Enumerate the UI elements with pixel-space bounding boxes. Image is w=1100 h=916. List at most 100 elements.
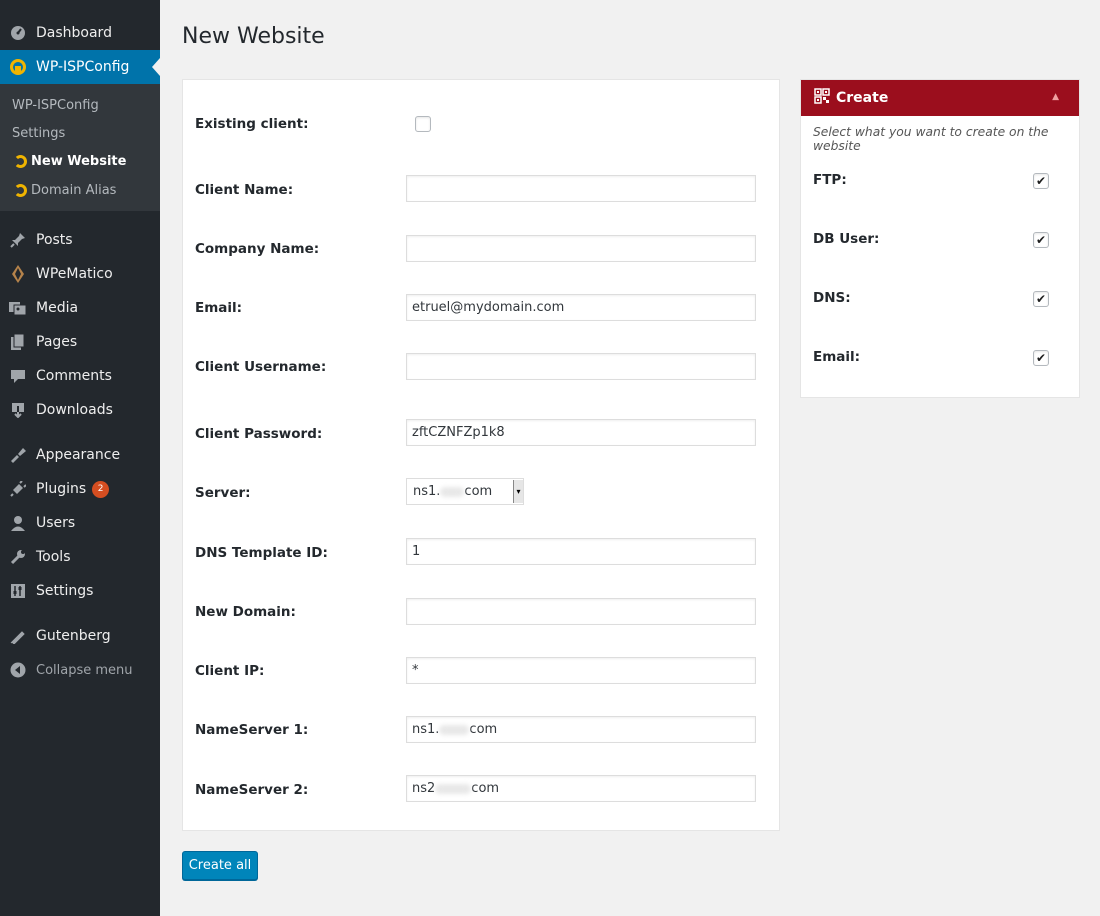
plugins-icon	[0, 481, 36, 497]
server-select[interactable]: ns1. com ▾	[406, 478, 524, 505]
submenu-label: Domain Alias	[31, 182, 117, 198]
menu-label-pages: Pages	[36, 334, 78, 350]
client-password-label: Client Password:	[195, 426, 323, 442]
menu-label-dashboard: Dashboard	[36, 25, 112, 41]
checkmark-icon: ✔	[1035, 351, 1047, 365]
existing-client-label: Existing client:	[195, 116, 309, 132]
users-icon	[0, 515, 36, 531]
submenu-item-domain-alias[interactable]: Domain Alias	[12, 178, 116, 202]
ispconfig-submenu: WP-ISPConfig Settings New Website Domain…	[0, 84, 160, 211]
company-name-label: Company Name:	[195, 241, 320, 257]
checkmark-icon: ✔	[1035, 233, 1047, 247]
client-ip-input[interactable]	[406, 657, 756, 684]
create-option-ftp-label: FTP:	[813, 172, 847, 188]
create-box-header[interactable]: Create ▲	[801, 80, 1079, 116]
nameserver1-input[interactable]: ns1. com	[406, 716, 756, 743]
collapse-toggle-icon[interactable]: ▲	[1052, 92, 1059, 102]
menu-label-posts: Posts	[36, 232, 73, 248]
menu-label-collapse: Collapse menu	[36, 662, 133, 678]
checkmark-icon: ✔	[1035, 292, 1047, 306]
menu-item-wp-ispconfig[interactable]: WP-ISPConfig	[0, 50, 160, 84]
create-option-ftp-checkbox[interactable]: ✔	[1033, 173, 1049, 189]
menu-label-wp-ispconfig: WP-ISPConfig	[36, 59, 130, 75]
client-password-input[interactable]	[406, 419, 756, 446]
checkmark-icon: ✔	[1035, 174, 1047, 188]
submenu-item-wp-ispconfig[interactable]: WP-ISPConfig	[12, 93, 99, 117]
server-label: Server:	[195, 485, 251, 501]
create-option-db-user-label: DB User:	[813, 231, 880, 247]
menu-item-pages[interactable]: Pages	[0, 325, 160, 359]
ispconfig-icon	[0, 58, 36, 76]
client-username-label: Client Username:	[195, 359, 327, 375]
create-options-box: Create ▲ Select what you want to create …	[800, 79, 1080, 398]
nameserver1-label: NameServer 1:	[195, 722, 309, 738]
menu-item-wpematico[interactable]: WPeMatico	[0, 257, 160, 291]
qrcode-icon	[814, 88, 830, 108]
submenu-label: New Website	[31, 153, 127, 169]
server-select-value-prefix: ns1.	[413, 484, 441, 499]
plugins-update-badge: 2	[92, 480, 110, 498]
comments-icon	[0, 368, 36, 384]
redacted-blur	[440, 486, 465, 497]
pin-icon	[0, 232, 36, 248]
chevron-down-icon: ▾	[513, 480, 523, 503]
redacted-blur	[439, 724, 470, 735]
existing-client-checkbox[interactable]	[415, 116, 431, 132]
wpematico-icon	[0, 265, 36, 283]
menu-label-tools: Tools	[36, 549, 71, 565]
tools-icon	[0, 549, 36, 565]
menu-item-dashboard[interactable]: Dashboard	[0, 16, 160, 50]
collapse-menu-button[interactable]: Collapse menu	[0, 653, 160, 687]
admin-sidebar: Dashboard WP-ISPConfig WP-ISPConfig Sett…	[0, 0, 160, 916]
create-all-button[interactable]: Create all	[182, 851, 258, 880]
create-option-email-label: Email:	[813, 349, 861, 365]
collapse-icon	[0, 662, 36, 678]
create-option-dns-label: DNS:	[813, 290, 851, 306]
menu-label-plugins: Plugins	[36, 481, 87, 497]
email-input[interactable]	[406, 294, 756, 321]
client-name-label: Client Name:	[195, 182, 294, 198]
submenu-item-new-website[interactable]: New Website	[12, 149, 126, 173]
nameserver1-prefix: ns1.	[412, 722, 440, 737]
create-option-dns-checkbox[interactable]: ✔	[1033, 291, 1049, 307]
menu-item-gutenberg[interactable]: Gutenberg	[0, 619, 160, 653]
menu-item-appearance[interactable]: Appearance	[0, 438, 160, 472]
client-ip-label: Client IP:	[195, 663, 265, 679]
submenu-label: Settings	[12, 125, 66, 141]
menu-item-media[interactable]: Media	[0, 291, 160, 325]
menu-label-downloads: Downloads	[36, 402, 113, 418]
media-icon	[0, 300, 36, 316]
submenu-item-settings[interactable]: Settings	[12, 121, 65, 145]
create-option-db-user-checkbox[interactable]: ✔	[1033, 232, 1049, 248]
nameserver2-prefix: ns2	[412, 781, 436, 796]
new-website-form: Existing client: Client Name: Company Na…	[182, 79, 780, 831]
nameserver1-suffix: com	[469, 722, 498, 737]
nameserver2-suffix: com	[471, 781, 500, 796]
appearance-icon	[0, 447, 36, 463]
menu-label-comments: Comments	[36, 368, 112, 384]
menu-item-comments[interactable]: Comments	[0, 359, 160, 393]
client-name-input[interactable]	[406, 175, 756, 202]
new-domain-label: New Domain:	[195, 604, 296, 620]
menu-item-downloads[interactable]: Downloads	[0, 393, 160, 427]
downloads-icon	[0, 402, 36, 418]
menu-item-plugins[interactable]: Plugins 2	[0, 472, 160, 506]
menu-item-users[interactable]: Users	[0, 506, 160, 540]
nameserver2-label: NameServer 2:	[195, 782, 309, 798]
dns-template-input[interactable]	[406, 538, 756, 565]
create-box-description: Select what you want to create on the we…	[813, 125, 1049, 153]
new-domain-input[interactable]	[406, 598, 756, 625]
menu-item-tools[interactable]: Tools	[0, 540, 160, 574]
create-option-email-checkbox[interactable]: ✔	[1033, 350, 1049, 366]
menu-item-settings[interactable]: Settings	[0, 574, 160, 608]
menu-label-appearance: Appearance	[36, 447, 121, 463]
company-name-input[interactable]	[406, 235, 756, 262]
nameserver2-input[interactable]: ns2 com	[406, 775, 756, 802]
server-select-value-suffix: com	[464, 484, 493, 499]
create-box-title: Create	[836, 90, 889, 106]
client-username-input[interactable]	[406, 353, 756, 380]
settings-icon	[0, 583, 36, 599]
menu-item-posts[interactable]: Posts	[0, 223, 160, 257]
spinner-icon	[14, 154, 27, 168]
submenu-label: WP-ISPConfig	[12, 97, 99, 113]
